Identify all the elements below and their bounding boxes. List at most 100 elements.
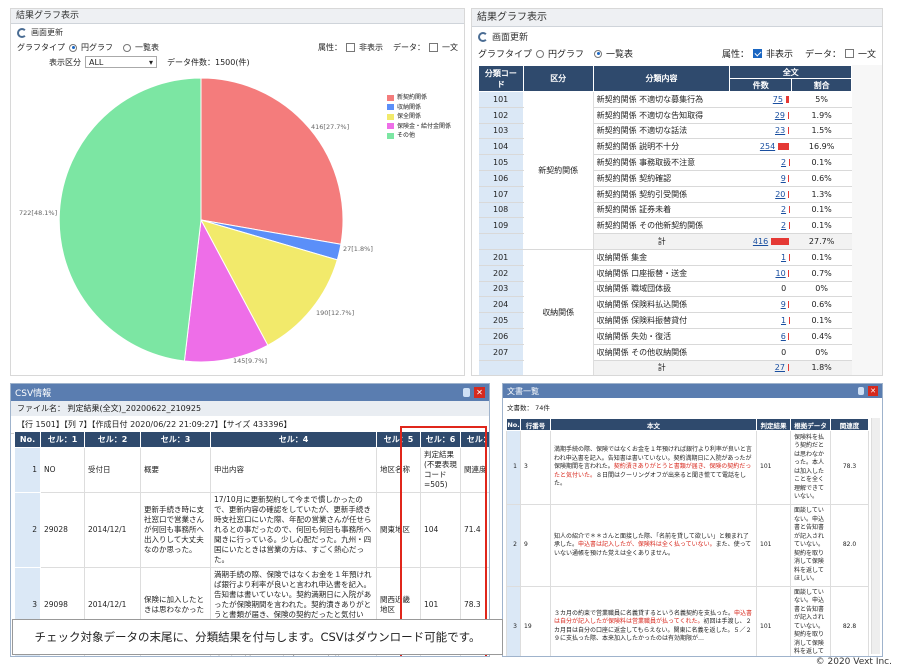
code-cell: 104 xyxy=(478,138,524,156)
fulltext-checkbox[interactable] xyxy=(844,49,854,58)
content-cell: 収納関係 失効・復活 xyxy=(593,328,730,345)
content-cell: 新契約関係 事務取扱不注意 xyxy=(593,154,730,171)
count-cell: 0 xyxy=(729,281,792,298)
count-value: 0 xyxy=(781,284,787,294)
count-link[interactable]: 2 xyxy=(781,158,786,167)
ratio-cell: 0.1% xyxy=(791,154,852,171)
graph-type-label: グラフタイプ xyxy=(478,50,533,60)
count-link[interactable]: 416 xyxy=(753,237,768,246)
display-category-label: 表示区分 xyxy=(49,57,81,67)
data-count: データ件数：1500(件) xyxy=(167,57,250,67)
count-link[interactable]: 2 xyxy=(781,205,786,214)
pie-slice[interactable] xyxy=(58,77,202,362)
legend-item: 保全関係 xyxy=(387,112,451,122)
doc-result: 101 xyxy=(756,585,791,656)
doc-line: 19 xyxy=(520,585,551,656)
code-cell: 107 xyxy=(478,186,524,203)
display-category-select[interactable]: ALL ▾ xyxy=(85,56,157,68)
content-cell: 新契約関係 契約確認 xyxy=(593,170,730,187)
ratio-cell: 27.7% xyxy=(791,233,852,250)
content-cell: 新契約関係 不適切な話法 xyxy=(593,123,730,140)
code-cell: 203 xyxy=(478,281,524,298)
count-link[interactable]: 75 xyxy=(773,95,783,104)
count-value: 0 xyxy=(781,347,787,357)
close-icon[interactable]: ✕ xyxy=(868,386,878,396)
pie-slice-label: 190[12.7%] xyxy=(316,309,354,317)
code-cell: 109 xyxy=(478,217,524,235)
count-cell: 254 xyxy=(729,138,792,156)
close-icon[interactable]: ✕ xyxy=(474,387,485,398)
ratio-bar xyxy=(785,95,789,103)
content-cell: 新契約関係 その他新契約関係 xyxy=(593,217,730,235)
count-link[interactable]: 20 xyxy=(775,190,785,199)
fulltext-checkbox[interactable] xyxy=(429,43,438,52)
count-cell: 9 xyxy=(729,296,792,314)
content-cell: 収納関係 保険料払込関係 xyxy=(593,296,730,314)
attribute-label: 属性： xyxy=(721,50,749,60)
pie-chart-panel: 結果グラフ表示 画面更新 グラフタイプ 円グラフ 一覧表 属性： 非表示 データ… xyxy=(10,8,465,376)
fulltext-label: 一文 xyxy=(442,43,458,52)
count-link[interactable]: 1 xyxy=(781,253,786,262)
radio-pie-label: 円グラフ xyxy=(548,50,585,60)
count-link[interactable]: 23 xyxy=(775,126,785,135)
ratio-bar xyxy=(770,238,789,246)
refresh-label: 画面更新 xyxy=(492,33,529,43)
radio-pie[interactable] xyxy=(69,43,77,52)
doc-header-3: 判定結果 xyxy=(756,418,791,431)
radio-pie-label: 円グラフ xyxy=(81,43,113,52)
download-icon[interactable] xyxy=(463,388,470,397)
refresh-button[interactable]: 画面更新 xyxy=(17,27,63,38)
legend-item: その他 xyxy=(387,131,451,141)
refresh-icon xyxy=(17,27,27,38)
csv-cell: 申出内容 xyxy=(210,447,377,493)
code-cell: 206 xyxy=(478,328,524,345)
radio-pie[interactable] xyxy=(536,49,545,58)
ratio-cell: 0% xyxy=(791,344,852,361)
ratio-cell: 0% xyxy=(791,281,852,298)
doc-row: 2 9 知人の紹介で＊＊さんと面接した際、「名前を貸して欲しい」と頼まれ了承した… xyxy=(506,504,869,587)
count-link[interactable]: 1 xyxy=(781,316,786,325)
count-link[interactable]: 9 xyxy=(781,300,786,309)
content-cell: 収納関係 その他収納関係 xyxy=(593,344,730,361)
ratio-cell: 0.1% xyxy=(791,217,852,235)
content-cell: 収納関係 保険料振替貸付 xyxy=(593,312,730,329)
pie-slice-label: 416[27.7%] xyxy=(311,123,349,131)
count-cell: 20 xyxy=(729,186,792,203)
doc-row: 1 3 満期手続の際、保険ではなくお金を１年預ければ銀行より利率が良いと言われ申… xyxy=(506,430,869,505)
doc-row: 3 19 ３カ月の約束で営業職員に名義貸するという名義契約を支払った。申込書は自… xyxy=(506,585,869,656)
ratio-cell: 0.6% xyxy=(791,296,852,314)
refresh-button[interactable]: 画面更新 xyxy=(478,30,528,43)
count-cell: 2 xyxy=(729,217,792,235)
doc-header-0: No. xyxy=(506,418,521,431)
pie-slice-label: 27[1.8%] xyxy=(343,245,373,253)
count-link[interactable]: 2 xyxy=(781,221,786,230)
doc-relevance: 78.3 xyxy=(830,430,869,505)
ratio-bar xyxy=(787,190,789,198)
count-link[interactable]: 10 xyxy=(775,269,785,278)
count-link[interactable]: 6 xyxy=(781,332,786,341)
legend-swatch xyxy=(387,123,394,130)
code-cell: 105 xyxy=(478,154,524,171)
code-cell: 102 xyxy=(478,107,524,124)
pie-slice[interactable] xyxy=(200,77,344,245)
header-count: 件数 xyxy=(729,78,793,92)
hidden-checkbox[interactable] xyxy=(752,49,762,58)
count-link[interactable]: 9 xyxy=(781,174,786,183)
ratio-cell: 5% xyxy=(791,91,852,108)
csv-panel: CSV情報 ✕ ファイル名： 判定結果(全文)_20200622_210925 … xyxy=(10,383,490,657)
radio-list[interactable] xyxy=(123,43,131,52)
count-link[interactable]: 29 xyxy=(775,111,785,120)
legend-swatch xyxy=(387,94,394,101)
scrollbar[interactable] xyxy=(871,418,880,654)
scrollbar[interactable] xyxy=(852,65,882,375)
hidden-checkbox[interactable] xyxy=(346,43,355,52)
radio-list[interactable] xyxy=(594,49,603,58)
ratio-cell: 0.4% xyxy=(791,328,852,345)
ratio-cell: 0.1% xyxy=(791,202,852,219)
download-icon[interactable] xyxy=(858,387,864,395)
doc-count: 文書数： 74件 xyxy=(507,404,550,412)
data-label: データ： xyxy=(804,50,841,60)
count-link[interactable]: 254 xyxy=(760,142,775,151)
count-link[interactable]: 27 xyxy=(775,363,785,372)
csv-cell: 受付日 xyxy=(84,447,141,493)
